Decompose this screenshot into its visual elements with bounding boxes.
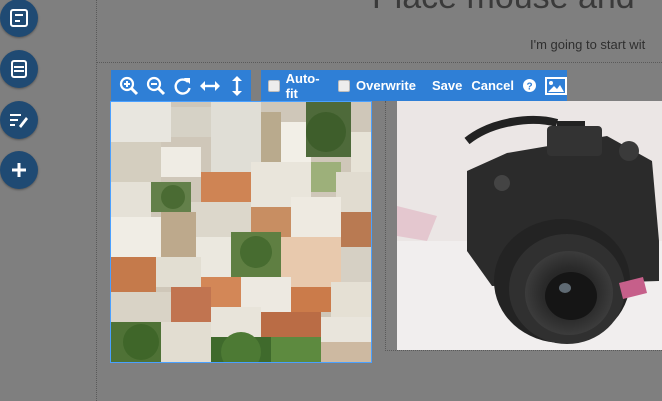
image-icon xyxy=(545,76,567,95)
rotate-button[interactable] xyxy=(169,70,196,101)
add-button[interactable] xyxy=(0,151,38,189)
edit-text-icon xyxy=(10,114,28,128)
zoom-out-icon xyxy=(146,76,165,95)
fit-width-button[interactable] xyxy=(197,70,224,101)
question-circle-icon: ? xyxy=(523,79,536,92)
zoom-in-icon xyxy=(119,76,138,95)
image-zoom-toolbar xyxy=(111,70,251,101)
plus-icon xyxy=(12,163,26,177)
canvas-guide-horizontal-bottom xyxy=(385,350,662,351)
fit-width-icon xyxy=(200,80,221,91)
canvas-guide-vertical xyxy=(96,0,97,401)
page-heading: Place mouse and xyxy=(372,0,635,17)
choose-image-button[interactable] xyxy=(545,76,567,95)
overwrite-label: Overwrite xyxy=(356,78,416,93)
overwrite-checkbox[interactable] xyxy=(338,79,350,92)
stack-icon xyxy=(11,60,27,78)
autofit-option[interactable]: Auto-fit xyxy=(268,71,330,101)
page-paragraph: I'm going to start wit xyxy=(530,37,646,52)
canvas-guide-vertical-right xyxy=(385,101,386,351)
zoom-out-button[interactable] xyxy=(142,70,169,101)
camera-image[interactable] xyxy=(397,101,662,350)
canvas-guide-horizontal xyxy=(96,62,662,63)
zoom-in-button[interactable] xyxy=(115,70,142,101)
selected-image[interactable] xyxy=(110,101,372,363)
overwrite-option[interactable]: Overwrite xyxy=(338,78,424,93)
layout-button[interactable] xyxy=(0,0,38,37)
autofit-checkbox[interactable] xyxy=(268,79,280,92)
edit-text-button[interactable] xyxy=(0,101,38,139)
rotate-icon xyxy=(174,77,191,95)
camera-photo xyxy=(397,101,662,350)
fit-height-icon xyxy=(232,75,243,96)
layout-icon xyxy=(10,9,28,27)
fit-height-button[interactable] xyxy=(224,70,251,101)
city-rooftops-photo xyxy=(111,102,371,362)
autofit-label: Auto-fit xyxy=(285,70,320,101)
save-button[interactable]: Save xyxy=(432,78,462,93)
cancel-button[interactable]: Cancel xyxy=(471,78,514,93)
image-options-toolbar: Auto-fit Overwrite Save Cancel ? xyxy=(261,70,567,101)
svg-text:?: ? xyxy=(526,81,532,92)
help-button[interactable]: ? xyxy=(523,79,536,92)
section-button[interactable] xyxy=(0,50,38,88)
